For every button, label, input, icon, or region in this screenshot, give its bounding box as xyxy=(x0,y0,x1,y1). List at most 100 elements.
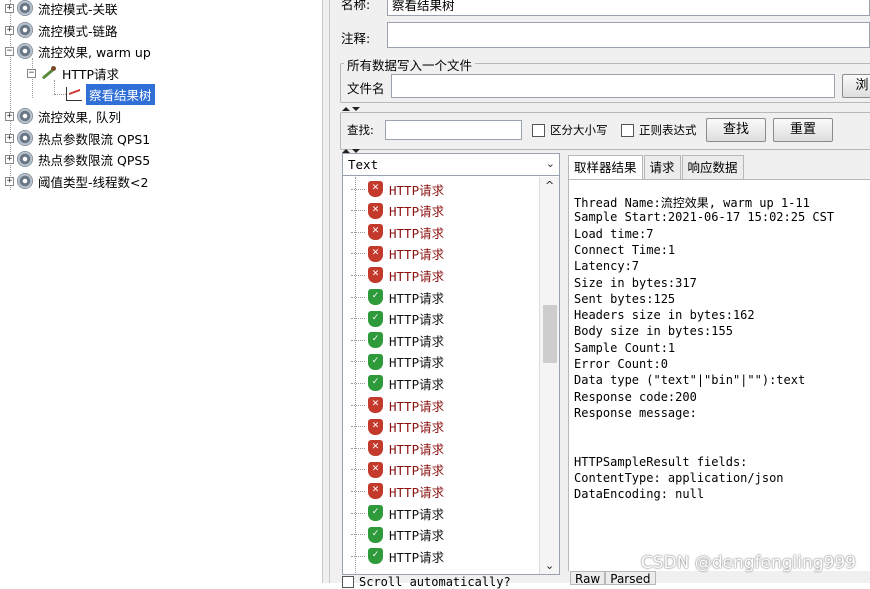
result-label: HTTP请求 xyxy=(389,268,445,284)
detail-line: Thread Name:流控效果, warm up 1-11 xyxy=(574,196,810,210)
comment-field[interactable] xyxy=(387,22,870,48)
scroll-automatically-checkbox[interactable]: Scroll automatically? xyxy=(342,575,511,589)
expand-icon[interactable]: + xyxy=(5,3,14,13)
result-label: HTTP请求 xyxy=(389,290,445,306)
browse-button[interactable]: 浏 xyxy=(842,74,870,98)
result-label: HTTP请求 xyxy=(389,441,445,457)
chevron-down-icon[interactable]: ⌄ xyxy=(546,157,555,170)
collapse-down-arrow-icon[interactable] xyxy=(352,107,360,111)
result-label: HTTP请求 xyxy=(389,420,445,436)
scrollbar-thumb[interactable] xyxy=(543,305,557,363)
search-label: 查找: xyxy=(347,123,374,137)
tree-node-flow-mode-link[interactable]: + 流控模式-链路 xyxy=(5,20,118,40)
reset-button[interactable]: 重置 xyxy=(773,118,833,142)
thread-group-icon xyxy=(17,22,33,38)
error-shield-icon: ✕ xyxy=(368,224,383,241)
scroll-down-icon[interactable]: ⌄ xyxy=(545,559,554,572)
result-list-item[interactable]: ✓ HTTP请求 xyxy=(351,330,444,350)
expand-icon[interactable]: + xyxy=(5,111,14,121)
result-list-item[interactable]: ✕ HTTP请求 xyxy=(351,395,444,415)
tree-connector xyxy=(351,382,365,384)
filename-field[interactable] xyxy=(391,74,835,98)
case-sensitive-checkbox[interactable]: 区分大小写 xyxy=(532,122,608,138)
result-list-item[interactable]: ✓ HTTP请求 xyxy=(351,525,444,545)
tree-connector xyxy=(351,210,365,212)
result-list-item[interactable]: ✓ HTTP请求 xyxy=(351,503,444,523)
expand-icon[interactable]: + xyxy=(5,133,14,143)
result-list-item[interactable]: ✕ HTTP请求 xyxy=(351,201,444,221)
result-label: HTTP请求 xyxy=(389,463,445,479)
collapse-icon[interactable]: − xyxy=(27,68,36,78)
thread-group-icon xyxy=(17,108,33,124)
tree-connector xyxy=(351,469,365,471)
results-scrollbar[interactable]: ^ ⌄ xyxy=(539,177,559,574)
detail-line: Latency:7 xyxy=(574,259,640,274)
expand-icon[interactable]: + xyxy=(5,154,14,164)
detail-line: Body size in bytes:155 xyxy=(574,324,733,339)
checkbox-box[interactable] xyxy=(342,576,354,588)
renderer-select[interactable]: Text ⌄ xyxy=(343,154,559,176)
tree-connector xyxy=(351,253,365,255)
tab-response-data[interactable]: 响应数据 xyxy=(681,155,744,179)
tree-node-queue[interactable]: + 流控效果, 队列 xyxy=(5,106,121,126)
tree-connector xyxy=(351,404,365,406)
thread-group-icon xyxy=(17,130,33,146)
result-list-item[interactable]: ✕ HTTP请求 xyxy=(351,481,444,501)
result-list-item[interactable]: ✓ HTTP请求 xyxy=(351,287,444,307)
results-list[interactable]: Text ⌄ ✕ HTTP请求 ✕ HTTP请求 ✕ HTTP请求 ✕ HTTP请求 ✕ HTTP… xyxy=(342,153,560,575)
tree-node-http-request[interactable]: − HTTP请求 xyxy=(27,63,119,83)
collapse-up-arrow-icon[interactable] xyxy=(342,107,350,111)
result-label: HTTP请求 xyxy=(389,484,445,500)
result-label: HTTP请求 xyxy=(389,247,445,263)
checkbox-box[interactable] xyxy=(621,123,634,137)
scroll-up-icon[interactable]: ^ xyxy=(545,179,554,192)
tree-node-hot-qps5[interactable]: + 热点参数限流 QPS5 xyxy=(5,149,150,169)
name-field[interactable]: 察看结果树 xyxy=(387,0,870,16)
expand-icon[interactable]: + xyxy=(5,176,14,186)
detail-line: Sent bytes:125 xyxy=(574,291,676,306)
tree-connector xyxy=(351,555,365,557)
result-list-item[interactable]: ✓ HTTP请求 xyxy=(351,352,444,372)
tree-node-view-results-tree[interactable]: 察看结果树 xyxy=(66,83,155,105)
tree-node-threshold-threads[interactable]: + 阈值类型-线程数<2 xyxy=(5,171,148,191)
tree-connector xyxy=(351,490,365,492)
result-list-item[interactable]: ✕ HTTP请求 xyxy=(351,244,444,264)
find-button[interactable]: 查找 xyxy=(706,118,766,142)
test-plan-tree[interactable]: + 流控模式-关联 + 流控模式-链路 − 流控效果, warm up − HT… xyxy=(0,0,322,583)
tree-node-flow-mode-related[interactable]: + 流控模式-关联 xyxy=(5,0,118,18)
result-list-item[interactable]: ✓ HTTP请求 xyxy=(351,309,444,329)
result-list-item[interactable]: ✕ HTTP请求 xyxy=(351,417,444,437)
result-list-item[interactable]: ✕ HTTP请求 xyxy=(351,265,444,285)
detail-line: Connect Time:1 xyxy=(574,242,676,257)
tree-connector xyxy=(351,426,365,428)
checkbox-box[interactable] xyxy=(532,123,545,137)
result-list-item[interactable]: ✕ HTTP请求 xyxy=(351,460,444,480)
expand-icon[interactable]: + xyxy=(5,25,14,35)
tab-sampler-result[interactable]: 取样器结果 xyxy=(568,155,643,180)
tree-node-hot-qps1[interactable]: + 热点参数限流 QPS1 xyxy=(5,128,150,148)
success-shield-icon: ✓ xyxy=(368,310,383,327)
detail-line: HTTPSampleResult fields: xyxy=(574,454,748,469)
result-label: HTTP请求 xyxy=(389,333,445,349)
result-list-item[interactable]: ✕ HTTP请求 xyxy=(351,438,444,458)
result-list-item[interactable]: ✕ HTTP请求 xyxy=(351,179,444,199)
regex-checkbox[interactable]: 正则表达式 xyxy=(621,122,697,138)
tree-connector xyxy=(351,512,365,514)
view-results-tree-panel: 名称: 察看结果树 注释: 所有数据写入一个文件 文件名 浏 查找: 区分大小写… xyxy=(330,0,870,589)
detail-line: DataEncoding: null xyxy=(574,487,705,502)
detail-line: Data type ("text"|"bin"|""):text xyxy=(574,373,806,388)
result-list-item[interactable]: ✕ HTTP请求 xyxy=(351,222,444,242)
result-list-item[interactable]: ✓ HTTP请求 xyxy=(351,373,444,393)
result-list-item[interactable]: ✓ HTTP请求 xyxy=(351,546,444,566)
detail-line: Sample Start:2021-06-17 15:02:25 CST xyxy=(574,210,835,225)
collapse-icon[interactable]: − xyxy=(5,46,14,56)
listener-icon xyxy=(66,87,82,101)
detail-line: ContentType: application/json xyxy=(574,471,784,486)
tree-node-warm-up[interactable]: − 流控效果, warm up xyxy=(5,41,151,61)
search-input[interactable] xyxy=(385,120,522,140)
error-shield-icon: ✕ xyxy=(368,245,383,262)
success-shield-icon: ✓ xyxy=(368,548,383,565)
tab-request[interactable]: 请求 xyxy=(643,155,681,179)
detail-line: Load time:7 xyxy=(574,226,654,241)
split-pane-divider[interactable] xyxy=(322,0,330,583)
